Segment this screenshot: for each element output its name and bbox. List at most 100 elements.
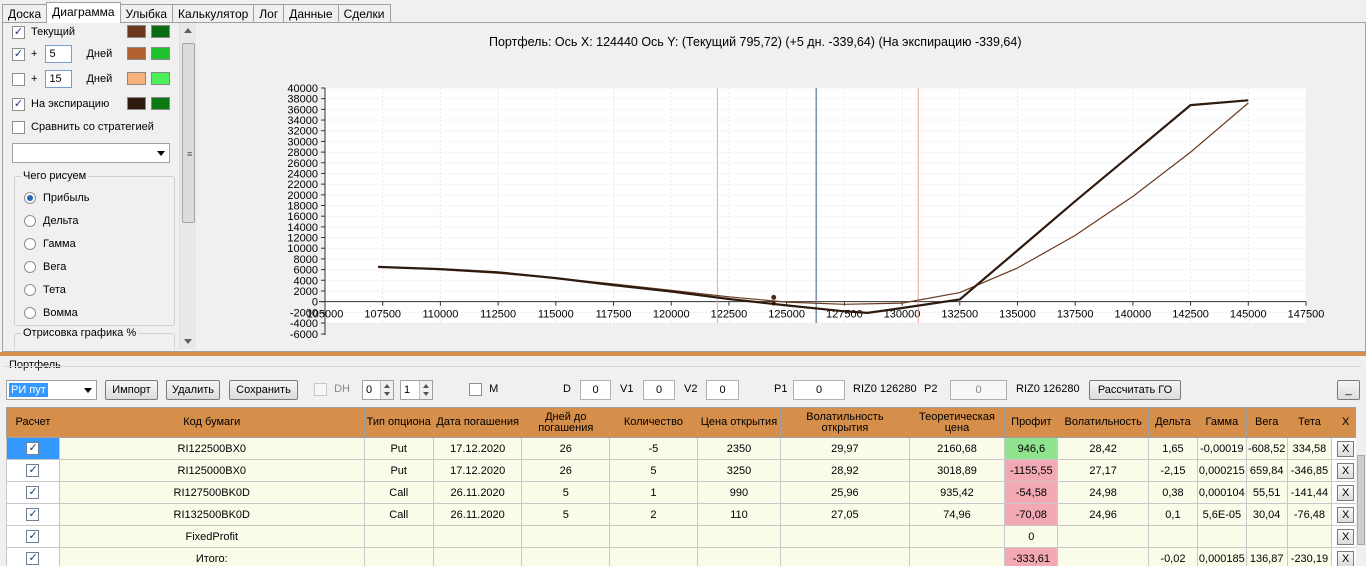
cell-vol[interactable]: 24,96: [1057, 503, 1149, 526]
cell-profit[interactable]: -1155,55: [1004, 459, 1059, 482]
cell-type[interactable]: Call: [363, 503, 434, 526]
tab-log[interactable]: Лог: [253, 4, 285, 23]
plus15-checkbox[interactable]: [12, 72, 25, 86]
checkbox-icon[interactable]: [26, 485, 40, 499]
cell-price[interactable]: [696, 547, 782, 566]
table-row[interactable]: RI127500BK0DCall26.11.20205199025,96935,…: [6, 481, 1360, 504]
cell-theta[interactable]: 334,58: [1286, 437, 1333, 460]
cell-delta[interactable]: -2,15: [1148, 459, 1198, 482]
row-delete-button[interactable]: X: [1337, 484, 1355, 501]
m-checkbox[interactable]: [469, 382, 482, 396]
current-color-1[interactable]: [127, 25, 146, 38]
cell-theo[interactable]: [908, 547, 1006, 566]
cell-vega[interactable]: 136,87: [1245, 547, 1288, 566]
table-scrollbar[interactable]: [1356, 407, 1366, 566]
tab-deals[interactable]: Сделки: [337, 4, 391, 23]
cell-delta[interactable]: [1148, 525, 1198, 548]
checkbox-icon[interactable]: [26, 529, 40, 543]
v2-input[interactable]: 0: [706, 380, 739, 400]
row-delete-button[interactable]: X: [1337, 462, 1355, 479]
cell-type[interactable]: Put: [363, 437, 434, 460]
cell-days[interactable]: [521, 525, 611, 548]
col-header[interactable]: Волатильность: [1057, 407, 1149, 438]
radio-vomma[interactable]: Вомма: [24, 304, 78, 322]
col-header[interactable]: Дельта: [1148, 407, 1198, 438]
radio-theta-dot[interactable]: [24, 284, 36, 296]
row-calc-checkbox[interactable]: [6, 503, 60, 526]
cell-profit[interactable]: -333,61: [1004, 547, 1059, 566]
cell-vega[interactable]: 30,04: [1245, 503, 1288, 526]
cell-qty[interactable]: [609, 525, 698, 548]
radio-profit[interactable]: Прибыль: [24, 189, 90, 207]
cell-vega[interactable]: 659,84: [1245, 459, 1288, 482]
tab-calculator[interactable]: Калькулятор: [172, 4, 255, 23]
cell-date[interactable]: 26.11.2020: [432, 481, 523, 504]
cell-type[interactable]: Call: [363, 481, 434, 504]
calc-margin-button[interactable]: Рассчитать ГО: [1089, 380, 1181, 400]
cell-price[interactable]: 3250: [696, 459, 782, 482]
col-header[interactable]: Профит: [1004, 407, 1059, 438]
radio-profit-dot[interactable]: [24, 192, 36, 204]
radio-theta[interactable]: Тета: [24, 281, 66, 299]
cell-profit[interactable]: 946,6: [1004, 437, 1059, 460]
col-header[interactable]: Расчет: [6, 407, 60, 438]
cell-vol[interactable]: 27,17: [1057, 459, 1149, 482]
col-header[interactable]: Дата погашения: [432, 407, 523, 438]
cell-vol[interactable]: 24,98: [1057, 481, 1149, 504]
cell-theta[interactable]: -76,48: [1286, 503, 1333, 526]
cell-days[interactable]: 26: [521, 459, 611, 482]
cell-theo[interactable]: 2160,68: [908, 437, 1006, 460]
plus5-checkbox[interactable]: ✓: [12, 47, 25, 61]
plus15-days-input[interactable]: 15: [45, 70, 73, 88]
p2-input[interactable]: 0: [950, 380, 1007, 400]
cell-code[interactable]: FixedProfit: [58, 525, 365, 548]
checkbox-icon[interactable]: [26, 507, 40, 521]
cell-vol[interactable]: [1057, 525, 1149, 548]
cell-vol-open[interactable]: 27,05: [780, 503, 910, 526]
cell-vol-open[interactable]: 28,92: [780, 459, 910, 482]
cell-days[interactable]: [521, 547, 611, 566]
cell-delta[interactable]: 0,38: [1148, 481, 1198, 504]
cell-gamma[interactable]: 0,000215: [1196, 459, 1247, 482]
cell-theo[interactable]: 3018,89: [908, 459, 1006, 482]
cell-type[interactable]: Put: [363, 459, 434, 482]
radio-gamma-dot[interactable]: [24, 238, 36, 250]
splitter[interactable]: [0, 352, 1366, 356]
scroll-up-icon[interactable]: [184, 28, 192, 33]
cell-delta[interactable]: -0,02: [1148, 547, 1198, 566]
table-row[interactable]: RI132500BK0DCall26.11.20205211027,0574,9…: [6, 503, 1360, 526]
spin-input-2[interactable]: 1: [400, 380, 433, 400]
cell-code[interactable]: Итого:: [58, 547, 365, 566]
expiry-color-1[interactable]: [127, 97, 146, 110]
cell-theo[interactable]: 935,42: [908, 481, 1006, 504]
cell-days[interactable]: 5: [521, 503, 611, 526]
cell-vol-open[interactable]: 25,96: [780, 481, 910, 504]
cell-price[interactable]: [696, 525, 782, 548]
cell-date[interactable]: 17.12.2020: [432, 437, 523, 460]
current-color-2[interactable]: [151, 25, 170, 38]
tab-diagram[interactable]: Диаграмма: [46, 2, 121, 23]
cell-gamma[interactable]: -0,00019: [1196, 437, 1247, 460]
plus5-color-1[interactable]: [127, 47, 146, 60]
cell-theo[interactable]: [908, 525, 1006, 548]
cell-price[interactable]: 990: [696, 481, 782, 504]
portfolio-select[interactable]: РИ пут: [6, 380, 97, 400]
cell-theta[interactable]: -141,44: [1286, 481, 1333, 504]
checkbox-icon[interactable]: [26, 441, 40, 455]
spinner-arrows-icon[interactable]: [380, 381, 393, 399]
delete-button[interactable]: Удалить: [166, 380, 220, 400]
table-scrollbar-thumb[interactable]: [1357, 455, 1365, 545]
cell-profit[interactable]: -54,58: [1004, 481, 1059, 504]
cell-qty[interactable]: 5: [609, 459, 698, 482]
col-header[interactable]: Волатильность открытия: [780, 407, 910, 438]
cell-gamma[interactable]: 0,000104: [1196, 481, 1247, 504]
cell-gamma[interactable]: [1196, 525, 1247, 548]
cell-vol-open[interactable]: [780, 525, 910, 548]
tab-data[interactable]: Данные: [283, 4, 339, 23]
cell-date[interactable]: 26.11.2020: [432, 503, 523, 526]
row-calc-checkbox[interactable]: [6, 437, 60, 460]
col-header[interactable]: Цена открытия: [696, 407, 782, 438]
row-calc-checkbox[interactable]: [6, 459, 60, 482]
radio-vomma-dot[interactable]: [24, 307, 36, 319]
d-input[interactable]: 0: [580, 380, 611, 400]
